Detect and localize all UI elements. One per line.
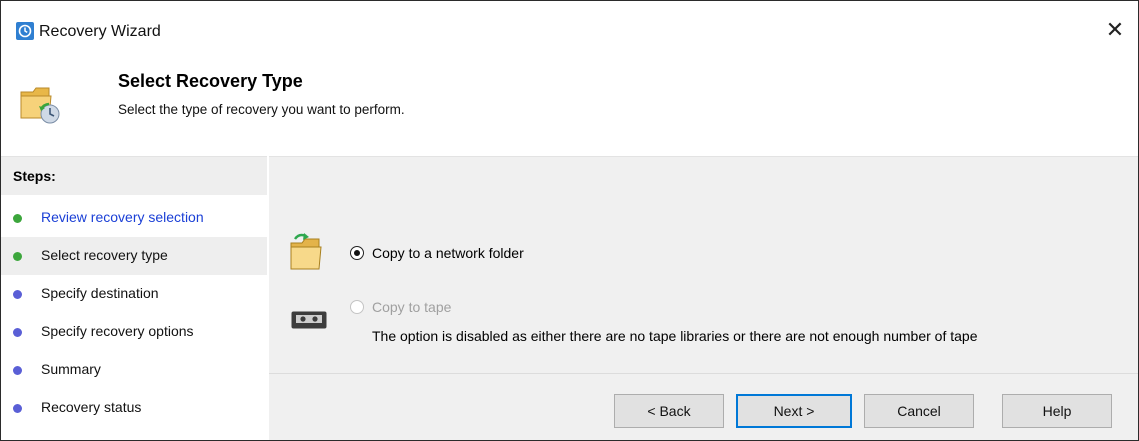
step-status-dot-icon [13,252,22,261]
step-specify-destination: Specify destination [1,275,267,313]
steps-panel: Steps: Review recovery selection Select … [1,156,267,440]
step-specify-recovery-options: Specify recovery options [1,313,267,351]
next-button[interactable]: Next > [736,394,852,428]
step-label: Specify destination [41,285,159,301]
step-select-recovery-type: Select recovery type [1,237,267,275]
backup-clock-icon [16,22,34,40]
title-bar: Recovery Wizard ✕ [1,1,1138,45]
step-status-dot-icon [13,290,22,299]
step-label[interactable]: Review recovery selection [41,209,204,225]
step-recovery-status: Recovery status [1,389,267,427]
step-label: Specify recovery options [41,323,194,339]
radio-selected-dot [354,250,360,256]
window-title: Recovery Wizard [39,23,161,40]
page-subtitle: Select the type of recovery you want to … [118,102,405,117]
back-button[interactable]: < Back [614,394,724,428]
tape-disabled-note: The option is disabled as either there a… [372,328,978,344]
tape-icon [291,311,327,329]
step-label: Summary [41,361,101,377]
page-title: Select Recovery Type [118,71,303,91]
network-folder-radio[interactable] [350,246,364,260]
network-folder-option-label[interactable]: Copy to a network folder [372,245,524,261]
network-folder-icon [290,233,322,270]
steps-heading: Steps: [1,157,267,195]
help-button[interactable]: Help [1002,394,1112,428]
step-review-recovery-selection[interactable]: Review recovery selection [1,199,267,237]
close-icon[interactable]: ✕ [1102,17,1128,43]
step-label: Recovery status [41,399,142,415]
step-summary: Summary [1,351,267,389]
cancel-button[interactable]: Cancel [864,394,974,428]
step-label: Select recovery type [41,247,168,263]
step-status-dot-icon [13,328,22,337]
step-status-dot-icon [13,214,22,223]
tape-radio[interactable] [350,300,364,314]
tape-option-label: Copy to tape [372,299,452,315]
step-status-dot-icon [13,404,22,413]
recovery-wizard-window: Recovery Wizard ✕ Select Recovery Type S… [0,0,1139,441]
steps-heading-label: Steps: [13,168,56,184]
divider [269,373,1138,374]
folder-recovery-icon [20,87,60,124]
step-status-dot-icon [13,366,22,375]
